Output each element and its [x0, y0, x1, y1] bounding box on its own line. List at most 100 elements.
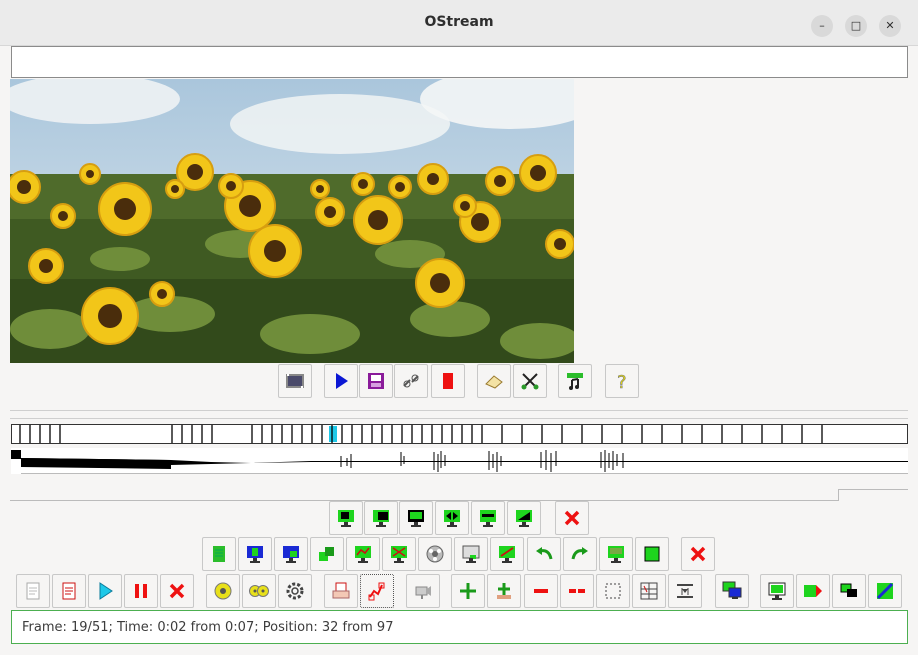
- remove-icon: [534, 589, 548, 593]
- monitor-rec-icon: [608, 546, 624, 563]
- camera-button[interactable]: [406, 574, 440, 608]
- monitor-blue-button[interactable]: [238, 537, 272, 571]
- monitor-blue-down-button[interactable]: [274, 537, 308, 571]
- divider: [10, 418, 908, 419]
- settings-button[interactable]: [278, 574, 312, 608]
- shapes-icon: [319, 547, 334, 561]
- path-input[interactable]: [11, 46, 908, 78]
- monitor-split-button[interactable]: [471, 501, 505, 535]
- play-button[interactable]: [88, 574, 122, 608]
- svg-text:?: ?: [617, 372, 627, 392]
- erase-icon: [485, 375, 503, 389]
- monitor-button[interactable]: [760, 574, 794, 608]
- add-button[interactable]: [451, 574, 485, 608]
- monitor-forward-icon: [804, 585, 822, 597]
- film-reel-icon: [426, 545, 444, 563]
- monitor-forward-button[interactable]: [796, 574, 830, 608]
- music-icon: [567, 373, 583, 390]
- save-button[interactable]: [359, 364, 393, 398]
- redo-button[interactable]: [563, 537, 597, 571]
- green-square-button[interactable]: [635, 537, 669, 571]
- open-file-button[interactable]: [52, 574, 86, 608]
- monitor-gradient-button[interactable]: [507, 501, 541, 535]
- monitor-outline-button[interactable]: [399, 501, 433, 535]
- close-row3-button[interactable]: [160, 574, 194, 608]
- print-button[interactable]: [324, 574, 358, 608]
- horizontal-scroll[interactable]: [10, 489, 838, 501]
- select-button[interactable]: [596, 574, 630, 608]
- maximize-icon[interactable]: □: [845, 15, 867, 37]
- monitor-diagonal-button[interactable]: [868, 574, 902, 608]
- page-icon: [213, 546, 225, 562]
- erase-button[interactable]: [477, 364, 511, 398]
- disc-button[interactable]: [206, 574, 240, 608]
- cut-icon: [521, 373, 539, 390]
- camera-icon: [415, 586, 431, 599]
- monitor-green-button[interactable]: [329, 501, 363, 535]
- add-icon: [460, 583, 476, 599]
- monitor-swap-button[interactable]: [832, 574, 866, 608]
- remove-button[interactable]: [524, 574, 558, 608]
- new-file-icon: [26, 582, 40, 600]
- split-button[interactable]: [668, 574, 702, 608]
- monitor-chart-icon: [355, 546, 371, 563]
- cut-button[interactable]: [513, 364, 547, 398]
- close-row2-button[interactable]: [681, 537, 715, 571]
- title-bar: OStream – □ ✕: [0, 0, 918, 46]
- close-window-icon[interactable]: ✕: [879, 15, 901, 37]
- page-button[interactable]: [202, 537, 236, 571]
- save-icon: [368, 373, 384, 389]
- current-frame-marker[interactable]: [329, 426, 337, 442]
- monitor-chart-button[interactable]: [346, 537, 380, 571]
- select-icon: [605, 583, 621, 599]
- undo-button[interactable]: [527, 537, 561, 571]
- play-preview-button[interactable]: [324, 364, 358, 398]
- film-reel-button[interactable]: [418, 537, 452, 571]
- close-row1-button[interactable]: [555, 501, 589, 535]
- monitor-split-icon: [480, 510, 496, 527]
- split-icon: [677, 584, 693, 598]
- two-discs-button[interactable]: [242, 574, 276, 608]
- grid-button[interactable]: [632, 574, 666, 608]
- help-icon: ?: [617, 372, 627, 392]
- new-file-button[interactable]: [16, 574, 50, 608]
- transform-button[interactable]: [360, 574, 394, 608]
- shapes-button[interactable]: [310, 537, 344, 571]
- pause-icon: [135, 584, 147, 598]
- print-icon: [332, 582, 350, 599]
- music-button[interactable]: [558, 364, 592, 398]
- monitor-arrows-button[interactable]: [435, 501, 469, 535]
- film-button[interactable]: [278, 364, 312, 398]
- scroll-handle[interactable]: [838, 489, 908, 501]
- monitor-black-icon: [373, 510, 389, 527]
- monitor-rec-button[interactable]: [599, 537, 633, 571]
- pause-button[interactable]: [124, 574, 158, 608]
- minimize-icon[interactable]: –: [811, 15, 833, 37]
- play-icon: [99, 582, 113, 600]
- status-bar: Frame: 19/51; Time: 0:02 from 0:07; Posi…: [11, 610, 908, 644]
- monitor-small-button[interactable]: [454, 537, 488, 571]
- monitor-cross-icon: [391, 546, 407, 563]
- monitor-slash-button[interactable]: [490, 537, 524, 571]
- monitor-arrows-icon: [444, 510, 460, 527]
- monitor-black-button[interactable]: [364, 501, 398, 535]
- stop-button[interactable]: [431, 364, 465, 398]
- add-bar-button[interactable]: [487, 574, 521, 608]
- monitor-cross-button[interactable]: [382, 537, 416, 571]
- link-button[interactable]: [394, 364, 428, 398]
- help-button[interactable]: ?: [605, 364, 639, 398]
- monitor-icon: [768, 582, 786, 600]
- redo-icon: [571, 547, 588, 560]
- window-title: OStream: [424, 14, 494, 30]
- monitor-swap-icon: [840, 583, 857, 597]
- audio-waveform[interactable]: [11, 448, 908, 474]
- monitor-outline-icon: [408, 510, 424, 527]
- undo-icon: [536, 547, 553, 560]
- frames-timeline[interactable]: [11, 424, 908, 444]
- remove-dual-button[interactable]: [560, 574, 594, 608]
- monitor-copy-button[interactable]: [715, 574, 749, 608]
- film-icon: [286, 374, 304, 388]
- green-square-icon: [644, 546, 660, 562]
- divider: [10, 410, 908, 411]
- monitor-copy-icon: [722, 581, 742, 599]
